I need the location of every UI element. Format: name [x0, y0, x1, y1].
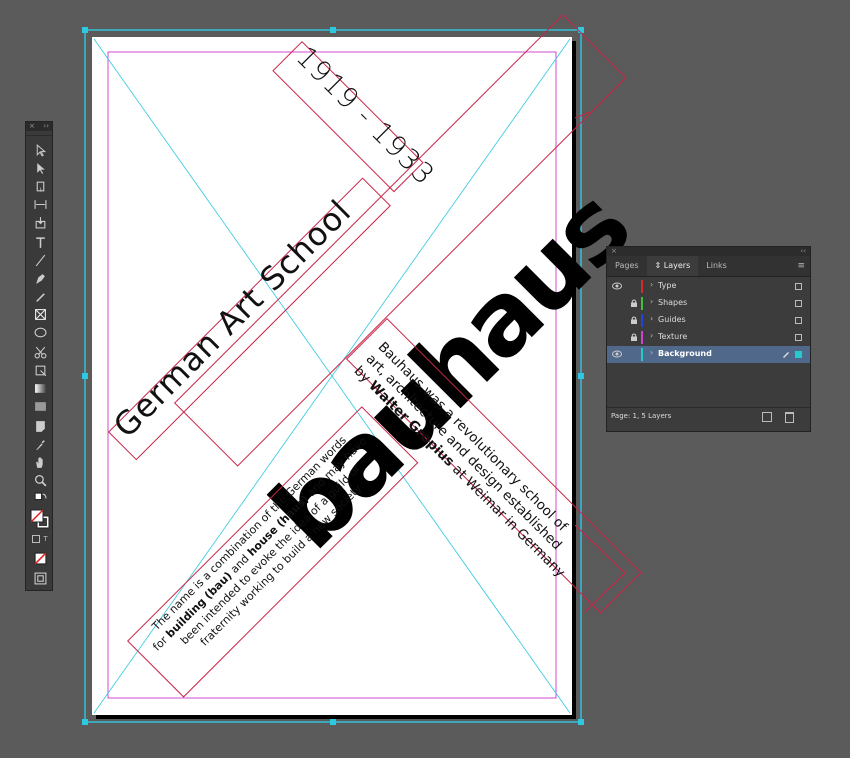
layer-color-chip: [641, 331, 643, 344]
eyedropper-icon[interactable]: [31, 436, 49, 452]
panel-tabs: Pages ⇕ Layers Links ≡: [607, 256, 810, 277]
scissors-icon[interactable]: [31, 344, 49, 360]
tab-layers[interactable]: ⇕ Layers: [646, 256, 699, 276]
eye-icon[interactable]: [612, 282, 622, 290]
tab-links[interactable]: Links: [698, 256, 735, 276]
close-icon[interactable]: ×: [611, 247, 617, 256]
gap-tool-icon[interactable]: [31, 196, 49, 212]
gradient-feather-icon[interactable]: [31, 398, 49, 414]
selection-indicator[interactable]: [795, 317, 802, 324]
formatting-affects-container-icon[interactable]: T: [31, 534, 49, 544]
note-icon[interactable]: [31, 418, 49, 434]
layer-name: Texture: [658, 332, 688, 341]
free-transform-icon[interactable]: [31, 362, 49, 378]
gradient-swatch-icon[interactable]: [31, 380, 49, 396]
panel-menu-icon[interactable]: ≡: [797, 261, 805, 271]
eye-icon[interactable]: [612, 350, 622, 358]
tools-panel[interactable]: × ›› T: [25, 121, 53, 591]
chevron-right-icon[interactable]: ›: [650, 331, 653, 340]
zoom-icon[interactable]: [31, 472, 49, 488]
screen-mode-icon[interactable]: [31, 570, 49, 586]
layer-row[interactable]: › Type: [607, 278, 810, 295]
layers-status: Page: 1, 5 Layers: [611, 412, 672, 420]
lock-icon[interactable]: [630, 299, 638, 307]
chevron-right-icon[interactable]: ›: [650, 297, 653, 306]
pencil-icon: [783, 352, 789, 358]
content-collector-icon[interactable]: [31, 214, 49, 230]
trash-icon[interactable]: [785, 412, 794, 423]
visibility-toggle[interactable]: [612, 316, 622, 324]
rectangle-frame-icon[interactable]: [31, 306, 49, 322]
tab-pages[interactable]: Pages: [607, 256, 647, 276]
layer-row[interactable]: › Shapes: [607, 295, 810, 312]
layer-color-chip: [641, 297, 643, 310]
tools-panel-header[interactable]: × ››: [26, 122, 52, 131]
layers-panel[interactable]: × ‹‹ Pages ⇕ Layers Links ≡ › Type › Shapes…: [606, 246, 811, 432]
layer-color-chip: [641, 280, 643, 293]
selection-indicator[interactable]: [795, 334, 802, 341]
layer-name: Type: [658, 281, 677, 290]
chevron-right-icon[interactable]: ›: [650, 314, 653, 323]
layer-name: Background: [658, 349, 712, 358]
chevron-right-icon[interactable]: ›: [650, 348, 653, 357]
layer-color-chip: [641, 348, 643, 361]
lock-toggle[interactable]: [630, 282, 638, 290]
layer-row[interactable]: › Background: [607, 346, 810, 363]
new-layer-icon[interactable]: [762, 412, 772, 422]
collapse-icon[interactable]: ‹‹: [800, 247, 806, 256]
format-text-label[interactable]: T: [43, 535, 47, 543]
layer-name: Guides: [658, 315, 686, 324]
layers-panel-header[interactable]: × ‹‹: [607, 247, 810, 256]
selection-icon[interactable]: [31, 142, 49, 158]
layer-row[interactable]: › Texture: [607, 329, 810, 346]
ellipse-tool-icon[interactable]: [31, 324, 49, 340]
layer-name: Shapes: [658, 298, 688, 307]
fill-stroke-swatch[interactable]: [29, 508, 51, 530]
layer-color-chip: [641, 314, 643, 327]
visibility-toggle[interactable]: [612, 333, 622, 341]
default-colors-icon[interactable]: [31, 492, 49, 504]
close-icon[interactable]: ×: [29, 122, 35, 131]
lock-icon[interactable]: [630, 333, 638, 341]
lock-toggle[interactable]: [630, 350, 638, 358]
panel-grip[interactable]: [26, 131, 52, 136]
hand-icon[interactable]: [31, 454, 49, 470]
selection-indicator[interactable]: [795, 351, 802, 358]
line-tool-icon[interactable]: [31, 252, 49, 268]
chevron-right-icon[interactable]: ›: [650, 280, 653, 289]
direct-selection-icon[interactable]: [31, 160, 49, 176]
collapse-icon[interactable]: ››: [43, 122, 49, 131]
page-tool-icon[interactable]: [31, 178, 49, 194]
apply-none-icon[interactable]: [31, 550, 49, 566]
lock-icon[interactable]: [630, 316, 638, 324]
layers-footer: Page: 1, 5 Layers: [607, 407, 810, 423]
pen-tool-icon[interactable]: [31, 270, 49, 286]
selection-indicator[interactable]: [795, 283, 802, 290]
selection-indicator[interactable]: [795, 300, 802, 307]
layer-row[interactable]: › Guides: [607, 312, 810, 329]
type-tool-icon[interactable]: [31, 234, 49, 250]
visibility-toggle[interactable]: [612, 299, 622, 307]
pencil-tool-icon[interactable]: [31, 288, 49, 304]
